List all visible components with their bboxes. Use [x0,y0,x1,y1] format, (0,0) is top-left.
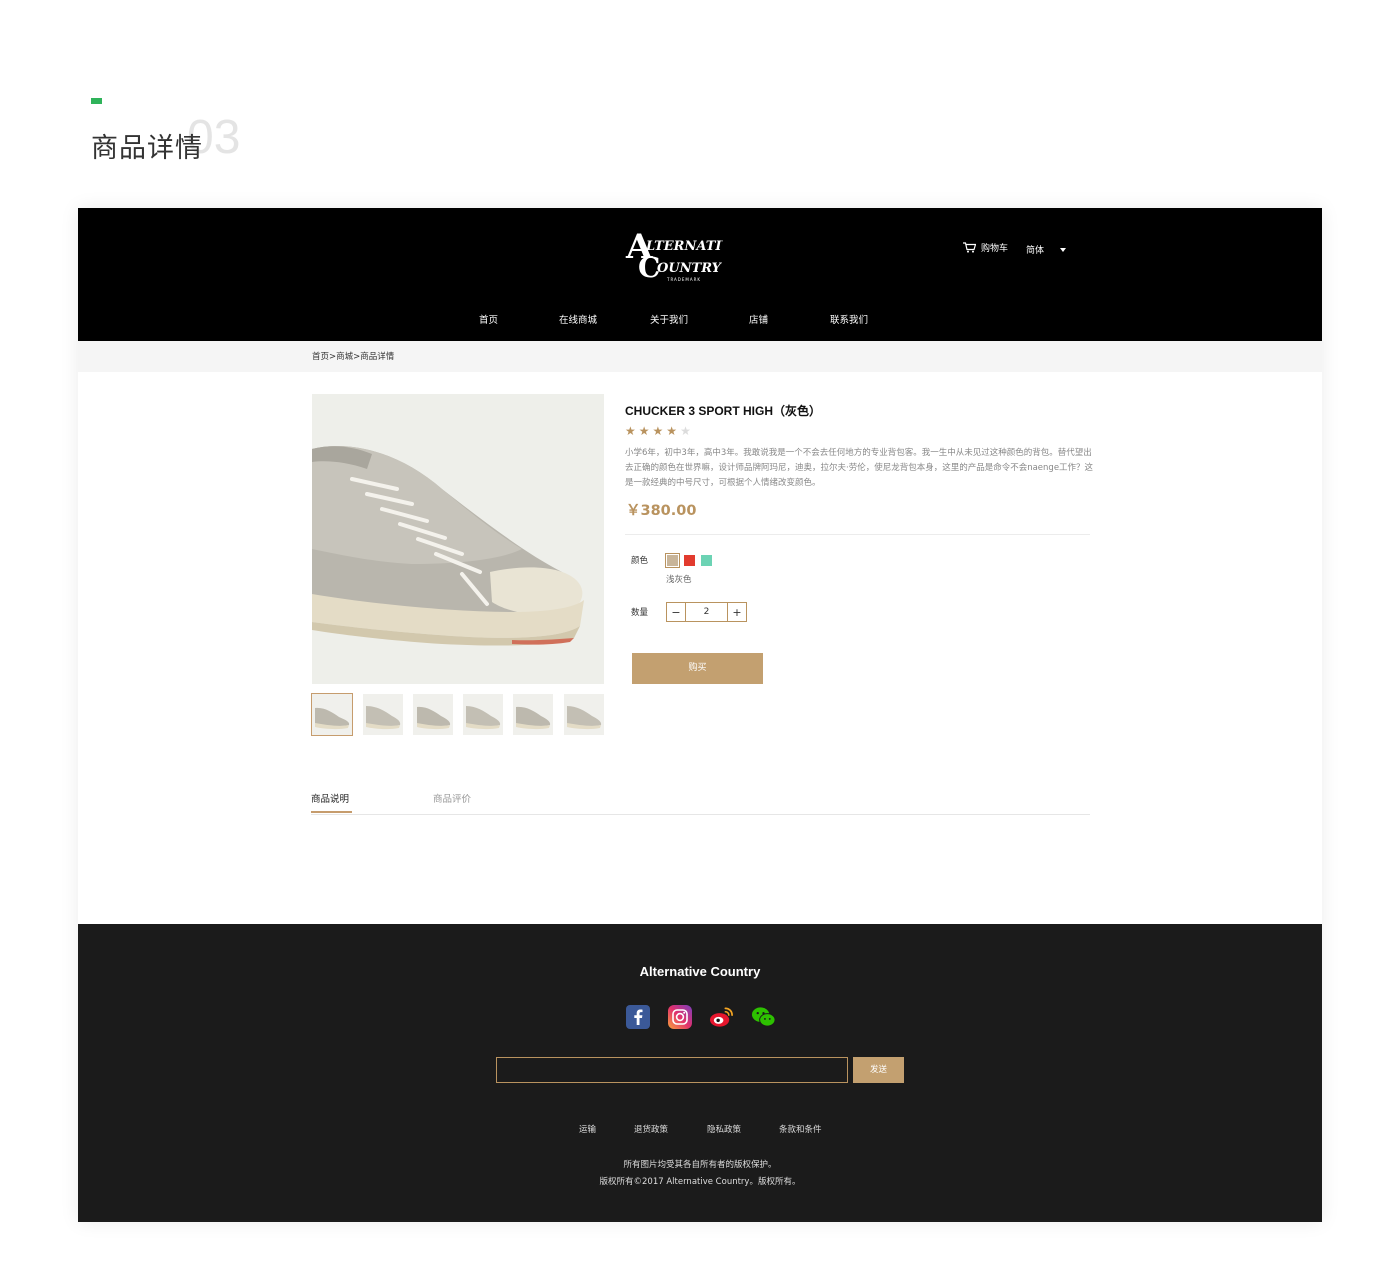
quantity-stepper: − 2 + [666,602,747,622]
showcase-heading: 商品详情 03 [91,98,391,168]
shoe-image [312,394,604,684]
wechat-icon[interactable] [751,1004,776,1029]
breadcrumb-bar: 首页>商城>商品详情 [78,341,1322,372]
info-divider [625,534,1090,535]
cart-label: 购物车 [981,244,1009,254]
site-header: A LTERNATIVE C OUNTRY TRADEMARK 购物车 简体 首… [78,208,1322,341]
color-swatch[interactable] [701,555,712,566]
nav-item-contact[interactable]: 联系我们 [830,312,868,326]
quantity-value[interactable]: 2 [686,603,727,621]
thumbnail-1[interactable] [311,693,353,736]
active-tab-indicator [311,811,352,813]
star-icon: ★ [638,424,650,438]
language-select[interactable]: 简体 [1026,243,1067,256]
quantity-plus-button[interactable]: + [727,603,746,621]
weibo-icon[interactable] [709,1004,734,1029]
footer-link-terms[interactable]: 条款和条件 [779,1123,822,1135]
cart-link[interactable]: 购物车 [963,241,1008,254]
footer-link-returns[interactable]: 退货政策 [634,1123,668,1135]
star-icon: ★ [652,424,664,438]
buy-button[interactable]: 购买 [632,653,763,684]
green-accent-mark [91,98,102,104]
footer-links: 运输 退货政策 隐私政策 条款和条件 [78,1123,1322,1135]
site-footer: Alternative Country 发送 运输 退货政策 隐私政策 条款和条… [78,924,1322,1222]
newsletter-input[interactable] [496,1057,848,1083]
quantity-minus-button[interactable]: − [667,603,686,621]
color-swatch[interactable] [684,555,695,566]
breadcrumb[interactable]: 首页>商城>商品详情 [312,350,394,362]
footer-copyright-line-2: 版权所有©2017 Alternative Country。版权所有。 [599,1177,801,1187]
brand-logo[interactable]: A LTERNATIVE C OUNTRY TRADEMARK [623,228,723,284]
quantity-label: 数量 [631,608,649,618]
page-frame: A LTERNATIVE C OUNTRY TRADEMARK 购物车 简体 首… [78,208,1322,1222]
product-title: CHUCKER 3 SPORT HIGH（灰色） [625,404,822,418]
color-swatch[interactable] [665,553,680,568]
nav-item-shop[interactable]: 在线商城 [559,312,597,326]
star-icon: ★ [680,424,691,438]
footer-brand: Alternative Country [639,964,761,979]
product-price: ￥380.00 [626,503,697,519]
main-nav: 首页 在线商城 关于我们 店铺 联系我们 [78,312,1322,326]
tab-divider [311,814,1090,815]
tab-reviews[interactable]: 商品评价 [433,791,471,805]
footer-link-privacy[interactable]: 隐私政策 [707,1123,741,1135]
chevron-down-icon [1060,247,1067,252]
send-button[interactable]: 发送 [853,1057,904,1083]
thumbnail-3[interactable] [413,694,453,735]
cart-icon [963,242,976,253]
color-swatches [665,553,712,568]
nav-item-about[interactable]: 关于我们 [650,312,688,326]
footer-copyright-line-1: 所有图片均受其各自所有者的版权保护。 [623,1160,777,1170]
tab-description[interactable]: 商品说明 [311,791,349,805]
thumbnail-6[interactable] [564,694,604,735]
selected-color-name: 浅灰色 [666,575,692,585]
nav-item-home[interactable]: 首页 [479,312,498,326]
svg-text:TRADEMARK: TRADEMARK [666,277,701,282]
social-links [625,1004,776,1029]
star-icon: ★ [666,424,678,438]
facebook-icon[interactable] [625,1004,650,1029]
rating-stars: ★ ★ ★ ★ ★ [625,425,691,437]
showcase-title: 商品详情 [91,133,203,164]
product-description: 小学6年，初中3年，高中3年。我敢说我是一个不会去任何地方的专业背包客。我一生中… [625,448,1094,488]
product-main-image [312,394,604,684]
footer-link-shipping[interactable]: 运输 [579,1123,596,1135]
thumbnail-5[interactable] [513,694,553,735]
star-icon: ★ [625,424,636,438]
logo-graphic: A LTERNATIVE C OUNTRY TRADEMARK [625,228,723,284]
language-label: 简体 [1026,246,1045,256]
color-label: 颜色 [631,556,649,566]
instagram-icon[interactable] [667,1004,692,1029]
thumbnail-2[interactable] [363,694,403,735]
thumbnail-4[interactable] [463,694,503,735]
nav-item-stores[interactable]: 店铺 [749,312,768,326]
svg-text:OUNTRY: OUNTRY [657,261,723,276]
thumbnail-strip [311,693,604,736]
